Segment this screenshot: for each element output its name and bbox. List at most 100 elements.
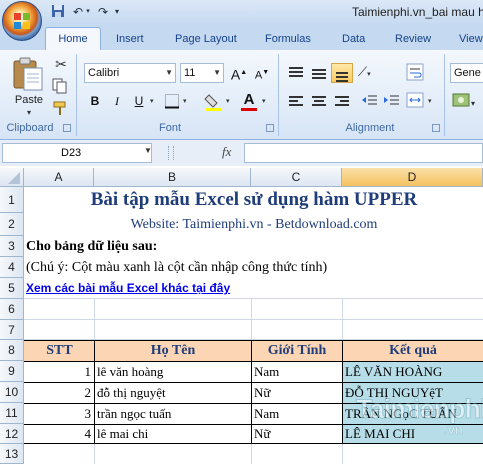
align-middle-button[interactable]	[308, 63, 330, 83]
formula-input[interactable]	[244, 143, 483, 163]
row-header[interactable]: 6	[0, 299, 24, 320]
table-cell-result[interactable]: TRẦN NGọC TUẤN	[345, 404, 482, 424]
row-header[interactable]: 7	[0, 320, 24, 340]
tab-view[interactable]: View	[459, 30, 483, 50]
row-header[interactable]: 12	[0, 424, 24, 444]
select-all-button[interactable]	[0, 168, 24, 187]
table-cell-name[interactable]: lê mai chi	[97, 425, 249, 443]
table-cell-result[interactable]: ĐỖ THỊ NGUYệT	[345, 383, 482, 403]
wrap-text-icon[interactable]	[405, 62, 427, 84]
paste-icon[interactable]	[10, 56, 46, 92]
accounting-format-icon[interactable]: ▾	[452, 92, 478, 110]
align-bottom-button[interactable]	[331, 63, 353, 83]
underline-dropdown-icon[interactable]: ▾	[150, 97, 154, 105]
table-cell-gender[interactable]: Nam	[254, 404, 340, 424]
alignment-group-label: Alignment	[345, 122, 395, 134]
intro-text[interactable]: Cho bảng dữ liệu sau:	[26, 236, 426, 257]
grow-font-button[interactable]: A▲	[228, 63, 250, 83]
name-box-dropdown-icon[interactable]: ▼	[144, 146, 152, 155]
tab-formulas[interactable]: Formulas	[265, 30, 311, 50]
save-icon[interactable]	[50, 4, 66, 20]
number-format-combo[interactable]: Gene	[450, 63, 483, 83]
examples-link[interactable]: Xem các bài mẫu Excel khác tại đây	[26, 278, 426, 299]
tab-insert[interactable]: Insert	[116, 30, 144, 50]
tab-data[interactable]: Data	[342, 30, 365, 50]
shrink-font-button[interactable]: A▼	[251, 63, 273, 83]
font-color-dropdown-icon[interactable]: ▾	[262, 97, 266, 105]
tab-home[interactable]: Home	[45, 27, 101, 51]
table-header-cell[interactable]: STT	[25, 341, 94, 361]
tab-review[interactable]: Review	[395, 30, 431, 50]
table-cell-stt[interactable]: 1	[25, 362, 92, 382]
column-header-c[interactable]: C	[251, 168, 342, 187]
column-header-a[interactable]: A	[24, 168, 94, 187]
italic-button[interactable]: I	[106, 91, 128, 111]
font-launcher-icon[interactable]	[266, 124, 274, 132]
table-cell-name[interactable]: lê văn hoàng	[97, 362, 249, 382]
customize-qat-icon[interactable]: ▾	[112, 4, 122, 20]
font-name-combo[interactable]: Calibri ▼	[84, 63, 176, 83]
table-cell-name[interactable]: trần ngọc tuấn	[97, 404, 249, 424]
undo-dropdown-icon[interactable]: ▾	[84, 4, 92, 20]
grow-font-icon: A	[230, 66, 241, 83]
table-cell-gender[interactable]: Nữ	[254, 425, 340, 443]
format-painter-icon[interactable]	[52, 100, 70, 118]
table-cell-stt[interactable]: 3	[25, 404, 92, 424]
borders-icon[interactable]	[164, 93, 182, 109]
splitter-handle[interactable]	[168, 146, 174, 160]
redo-icon[interactable]: ↷	[95, 4, 111, 20]
font-color-icon[interactable]: A	[238, 92, 260, 112]
table-header-cell[interactable]: Kết quả	[343, 341, 483, 361]
paste-label[interactable]: Paste	[12, 94, 46, 108]
column-header-b[interactable]: B	[94, 168, 251, 187]
row-header[interactable]: 3	[0, 236, 24, 257]
paste-dropdown-icon[interactable]: ▾	[22, 108, 36, 118]
row-header[interactable]: 4	[0, 257, 24, 278]
column-header-d[interactable]: D	[342, 168, 483, 187]
table-cell-stt[interactable]: 4	[25, 425, 92, 443]
row-header[interactable]: 5	[0, 278, 24, 299]
bold-button[interactable]: B	[84, 91, 106, 111]
note-text[interactable]: (Chú ý: Cột màu xanh là cột cần nhập côn…	[26, 257, 482, 278]
align-right-button[interactable]	[331, 91, 353, 111]
cut-icon[interactable]: ✂	[52, 56, 70, 74]
tab-page-layout[interactable]: Page Layout	[175, 30, 237, 50]
align-center-button[interactable]	[308, 91, 330, 111]
table-cell-name[interactable]: đỗ thị nguyệt	[97, 383, 249, 403]
fill-color-icon[interactable]	[204, 92, 226, 112]
increase-indent-icon[interactable]	[382, 92, 402, 110]
table-header-cell[interactable]: Họ Tên	[95, 341, 251, 361]
table-header-cell[interactable]: Giới Tính	[252, 341, 342, 361]
office-button[interactable]	[2, 1, 42, 41]
window-title: Taimienphi.vn_bai mau h	[352, 5, 483, 19]
table-cell-gender[interactable]: Nam	[254, 362, 340, 382]
row-header[interactable]: 8	[0, 340, 24, 361]
merge-dropdown-icon[interactable]: ▾	[428, 97, 432, 105]
align-top-button[interactable]	[285, 63, 307, 83]
table-cell-result[interactable]: LÊ MAI CHI	[345, 425, 482, 443]
sheet-title[interactable]: Bài tập mẫu Excel sử dụng hàm UPPER	[25, 187, 483, 213]
sheet-subtitle[interactable]: Website: Taimienphi.vn - Betdownload.com	[25, 213, 483, 236]
clipboard-launcher-icon[interactable]	[63, 124, 71, 132]
font-size-combo[interactable]: 11 ▼	[180, 63, 224, 83]
orientation-icon[interactable]: ⟋▾	[358, 64, 382, 82]
underline-button[interactable]: U	[128, 91, 150, 111]
align-left-button[interactable]	[285, 91, 307, 111]
borders-dropdown-icon[interactable]: ▾	[183, 97, 187, 105]
row-header[interactable]: 11	[0, 403, 24, 424]
copy-icon[interactable]	[52, 78, 70, 96]
row-header[interactable]: 2	[0, 213, 24, 236]
fill-color-dropdown-icon[interactable]: ▾	[226, 97, 230, 105]
table-cell-result[interactable]: LÊ VĂN HOÀNG	[345, 362, 482, 382]
alignment-launcher-icon[interactable]	[432, 124, 440, 132]
decrease-indent-icon[interactable]	[360, 92, 380, 110]
row-header[interactable]: 13	[0, 444, 24, 464]
merge-center-icon[interactable]	[405, 90, 427, 112]
insert-function-icon[interactable]: fx	[222, 144, 231, 160]
table-cell-gender[interactable]: Nữ	[254, 383, 340, 403]
row-header[interactable]: 10	[0, 382, 24, 403]
table-cell-stt[interactable]: 2	[25, 383, 92, 403]
row-header[interactable]: 1	[0, 187, 24, 213]
name-box[interactable]: D23	[2, 143, 152, 163]
row-header[interactable]: 9	[0, 361, 24, 382]
